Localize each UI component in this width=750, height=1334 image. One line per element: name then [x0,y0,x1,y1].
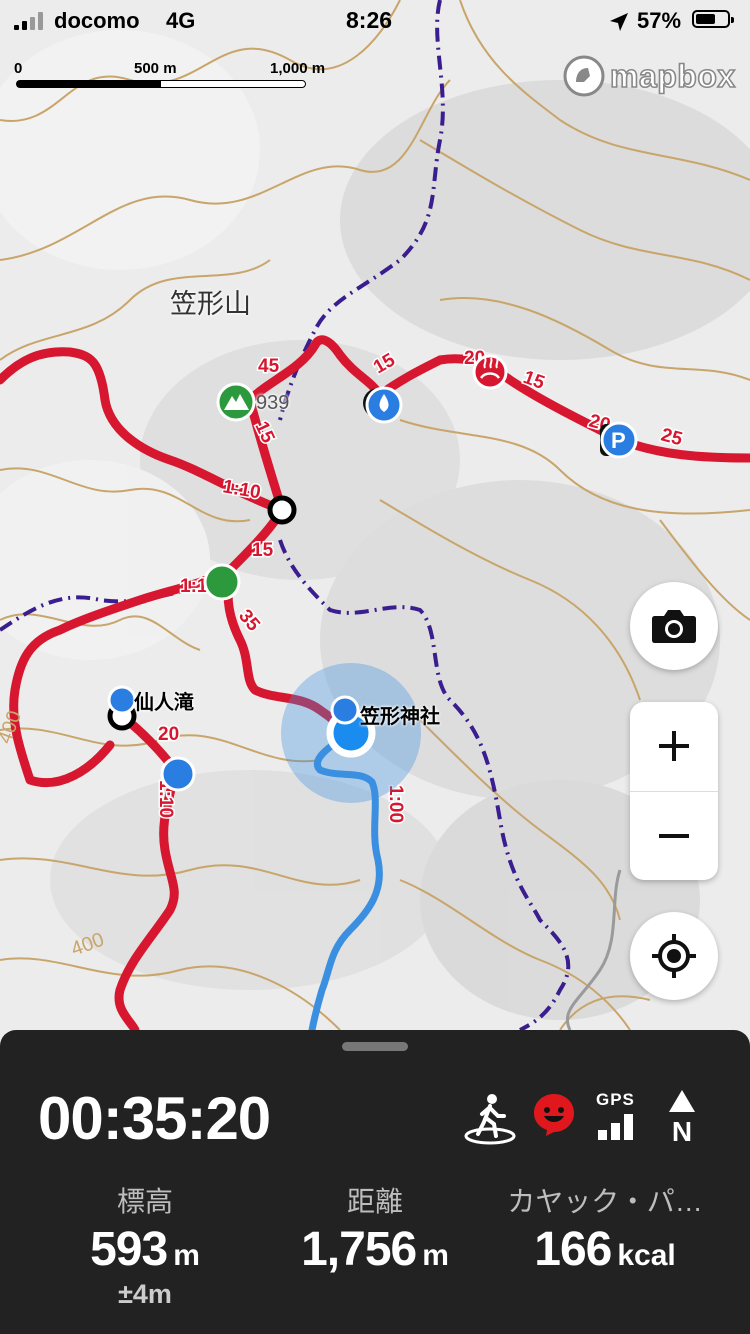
elapsed-time: 00:35:20 [38,1085,271,1152]
shrine-marker [330,695,360,725]
peak-name-label: 笠形山 [170,289,251,319]
scale-label: 500 m [134,60,177,77]
stat-label: 標高 [116,1186,173,1217]
svg-text:P: P [611,428,626,453]
mapbox-logo[interactable]: mapbox [562,52,738,100]
clock: 8:26 [346,7,393,33]
stat-distance: 距離 1,756 m [250,1180,500,1277]
gps-bars-icon [598,1114,633,1140]
shrine-label: 笠形神社 [360,706,440,728]
north-label: N [671,1116,693,1147]
viewpoint-marker [203,563,241,601]
stat-accuracy: ±4m [118,1279,172,1309]
hiker-icon[interactable] [462,1090,518,1146]
activity-panel: 00:35:20 GPS N 標高 593 m ±4m 距離 1,756 m カヤッ… [0,1030,750,1334]
compass-indicator[interactable]: N [666,1090,698,1146]
minus-icon [659,834,689,838]
gps-label: GPS [596,1090,635,1109]
scale-bar-graphic [16,80,306,88]
drag-handle[interactable] [342,1042,408,1051]
locate-me-button[interactable] [630,912,718,1000]
location-services-icon [610,13,628,31]
battery-icon [692,10,734,28]
course-time: 45 [258,356,280,377]
map-scale-bar: 0 500 m 1,000 m [14,58,344,92]
course-time: 15 [252,540,274,561]
zoom-in-button[interactable] [630,702,718,790]
zoom-out-button[interactable] [630,792,718,880]
plus-icon [659,731,689,761]
stat-value: 593 m [90,1223,200,1276]
scale-label: 0 [14,60,23,77]
battery-percent: 57% [637,8,682,33]
status-bar: docomo 4G 8:26 57% [0,0,750,42]
stat-elevation: 標高 593 m ±4m [20,1180,270,1310]
camera-button[interactable] [630,582,718,670]
smiley-icon[interactable] [532,1092,576,1138]
stat-calories: カヤック・パ… 166 kcal [480,1180,730,1277]
scale-label: 1,000 m [270,60,326,77]
stat-label: 距離 [346,1186,403,1217]
peak-marker [216,382,256,422]
camera-icon [652,610,696,643]
toilet-marker [160,756,196,792]
mapbox-logo-icon [563,55,605,97]
hot-spring-marker [472,354,508,390]
carrier-name: docomo [54,8,140,33]
waterfall-marker [107,685,137,715]
zoom-controls [630,702,718,880]
signal-strength-icon [14,12,48,30]
gps-signal-indicator: GPS [596,1090,644,1144]
waterfall-label: 仙人滝 [134,692,194,714]
parking-marker: P [600,421,638,459]
crosshair-icon [652,934,696,978]
course-time: 20 [158,724,179,745]
stat-value: 1,756 m [301,1223,449,1276]
peak-elevation-label: 939 [256,392,290,414]
mapbox-logo-text: mapbox [609,57,736,95]
junction-marker [267,495,297,525]
north-arrow-icon [669,1090,695,1112]
network-type: 4G [166,8,196,33]
stat-label: カヤック・パ… [507,1186,703,1217]
stat-value: 166 kcal [534,1223,676,1276]
